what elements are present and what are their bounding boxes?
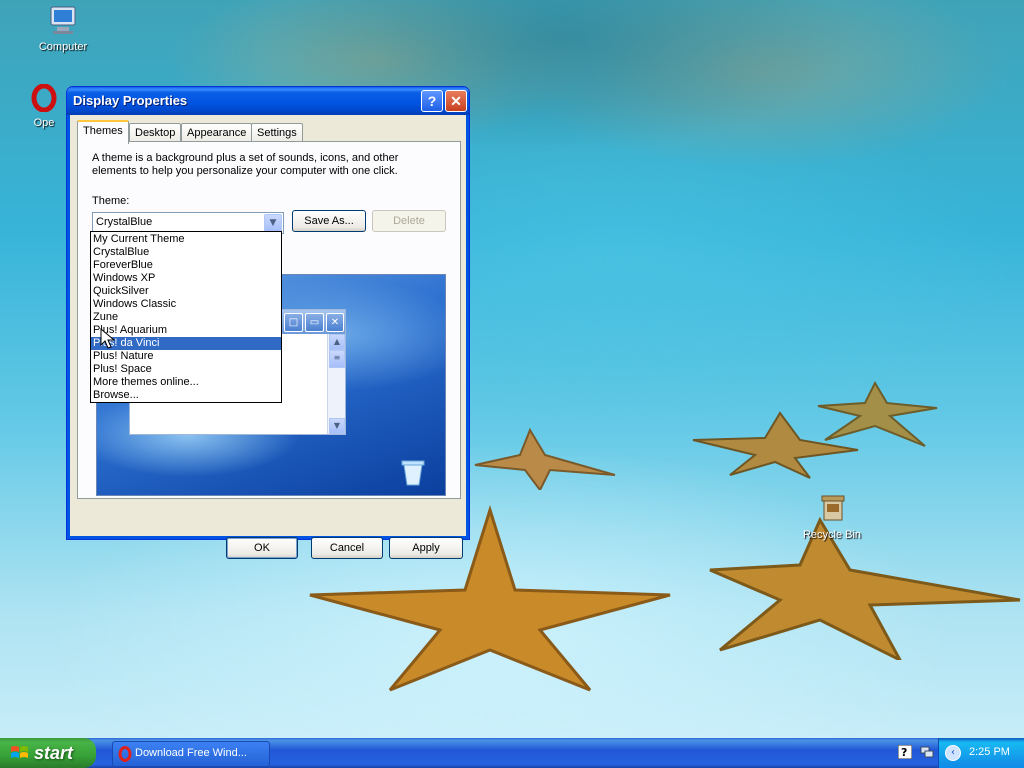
tab-desktop[interactable]: Desktop <box>129 123 182 142</box>
taskbar-item-browser[interactable]: Download Free Wind... <box>112 741 270 767</box>
system-tray: ‹ 2:25 PM <box>938 738 1024 768</box>
dropdown-option[interactable]: Plus! Aquarium <box>91 324 281 337</box>
theme-description: A theme is a background plus a set of so… <box>92 152 399 177</box>
windows-logo-icon <box>11 746 28 758</box>
theme-label: Theme: <box>92 195 130 207</box>
mouse-cursor-icon <box>100 328 116 349</box>
window-title: Display Properties <box>73 93 188 108</box>
theme-select-value: CrystalBlue <box>96 216 153 228</box>
help-button[interactable]: ? <box>421 90 443 112</box>
chevron-left-icon[interactable]: ‹ <box>945 745 961 761</box>
restore-icon: ▭ <box>305 313 324 332</box>
desktop-icon-label: Recycle Bin <box>802 529 862 541</box>
recycle-bin-icon <box>401 460 425 486</box>
starfish-decoration <box>817 380 938 447</box>
theme-dropdown-list: My Current Theme CrystalBlue ForeverBlue… <box>90 231 282 403</box>
desktop-icon-opera[interactable]: Ope <box>19 83 69 129</box>
recycle-bin-icon <box>821 495 845 521</box>
delete-button[interactable]: Delete <box>372 210 446 232</box>
dropdown-option[interactable]: QuickSilver <box>91 285 281 298</box>
close-button[interactable]: ✕ <box>445 90 467 112</box>
dropdown-option[interactable]: CrystalBlue <box>91 246 281 259</box>
apply-button[interactable]: Apply <box>389 537 463 559</box>
taskbar-item-label: Download Free Wind... <box>135 747 247 759</box>
dropdown-option[interactable]: Plus! Nature <box>91 350 281 363</box>
ok-button[interactable]: OK <box>226 537 298 559</box>
tab-appearance[interactable]: Appearance <box>181 123 253 142</box>
dropdown-option[interactable]: ForeverBlue <box>91 259 281 272</box>
desktop-icon-label: Ope <box>33 117 55 129</box>
close-icon: ✕ <box>450 93 462 109</box>
start-label: start <box>34 743 74 763</box>
tab-settings[interactable]: Settings <box>251 123 303 142</box>
title-bar[interactable]: Display Properties ? ✕ <box>67 87 469 115</box>
save-as-button[interactable]: Save As... <box>292 210 366 232</box>
scroll-up-icon: ▲ <box>329 334 345 350</box>
computer-icon <box>50 6 76 34</box>
dropdown-option[interactable]: Windows Classic <box>91 298 281 311</box>
dropdown-option-highlighted[interactable]: Plus! da Vinci <box>91 337 281 350</box>
maximize-icon: □ <box>284 313 303 332</box>
preview-scrollbar: ▲ ≡ ▼ <box>327 334 345 434</box>
cancel-button[interactable]: Cancel <box>311 537 383 559</box>
network-tray-icon[interactable] <box>920 745 934 759</box>
desktop-icon-label: Computer <box>38 41 88 53</box>
chevron-down-icon[interactable]: ▼ <box>264 214 282 232</box>
tab-themes[interactable]: Themes <box>77 120 129 144</box>
desktop-icon-recycle-bin[interactable]: Recycle Bin <box>792 492 872 541</box>
opera-icon <box>118 746 132 762</box>
dropdown-option[interactable]: Windows XP <box>91 272 281 285</box>
dropdown-option[interactable]: My Current Theme <box>91 233 281 246</box>
close-icon: ✕ <box>326 313 344 332</box>
help-tray-icon[interactable]: ? <box>898 745 912 759</box>
taskbar: start Download Free Wind... ? ‹ 2:25 PM <box>0 738 1024 768</box>
starfish-decoration <box>474 427 616 490</box>
start-button[interactable]: start <box>0 738 96 768</box>
clock[interactable]: 2:25 PM <box>969 746 1010 758</box>
dropdown-option[interactable]: Browse... <box>91 389 281 402</box>
svg-text:?: ? <box>901 746 907 759</box>
dropdown-option[interactable]: Zune <box>91 311 281 324</box>
dropdown-option[interactable]: More themes online... <box>91 376 281 389</box>
desktop-icon-computer[interactable]: Computer <box>23 4 103 53</box>
scroll-down-icon: ▼ <box>329 418 345 434</box>
dropdown-option[interactable]: Plus! Space <box>91 363 281 376</box>
help-icon: ? <box>427 93 437 109</box>
opera-icon <box>31 83 57 113</box>
scroll-thumb: ≡ <box>329 350 345 368</box>
